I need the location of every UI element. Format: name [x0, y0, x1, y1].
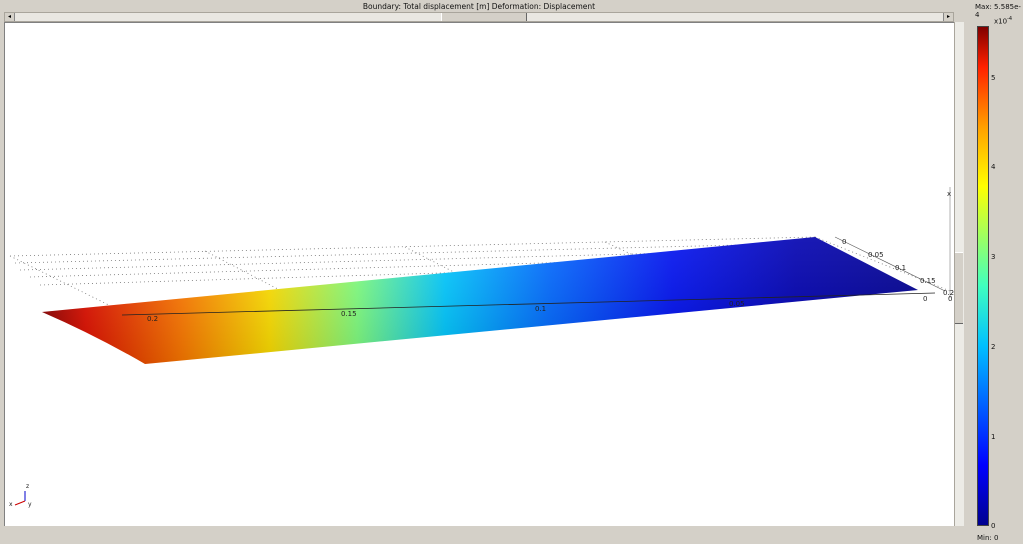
graphics-canvas[interactable]: 0.2 0.15 0.1 0.05 0 0 0.05 0.1 0.15 0.2 …	[4, 22, 955, 526]
colorbar-tick-1: 1	[991, 433, 996, 441]
x-tick-0-1: 0.1	[535, 305, 547, 313]
x-tick-0: 0	[923, 295, 928, 303]
colorbar-tick-0: 0	[991, 522, 996, 530]
colorbar-exponent-power: -4	[1007, 16, 1013, 22]
x-tick-0-2: 0.2	[147, 315, 159, 323]
vertical-scrollbar[interactable]	[954, 22, 964, 526]
vertical-scroll-thumb[interactable]	[955, 252, 963, 324]
x-marker-label: x	[947, 190, 952, 198]
color-legend-bar	[977, 26, 989, 526]
x-tick-0-15: 0.15	[341, 310, 357, 318]
colorbar-exponent: x10-4	[994, 16, 1013, 26]
triad-y-label: y	[28, 501, 32, 508]
colorbar-tick-4: 4	[991, 163, 996, 171]
colorbar-tick-5: 5	[991, 74, 996, 82]
min-value-label: Min: 0	[977, 534, 999, 542]
scroll-right-icon[interactable]: ▸	[943, 13, 953, 21]
colorbar-tick-3: 3	[991, 253, 996, 261]
x-tick-0-05: 0.05	[729, 300, 745, 308]
horizontal-scrollbar[interactable]: ◂ ▸	[4, 12, 954, 22]
y-tick-0-05: 0.05	[868, 251, 884, 259]
y-tick-0-1: 0.1	[895, 264, 907, 272]
plot-surface	[9, 187, 955, 506]
horizontal-scroll-thumb[interactable]	[441, 13, 527, 21]
scroll-left-icon[interactable]: ◂	[5, 13, 15, 21]
z-tick-0: 0	[948, 295, 953, 303]
y-tick-0: 0	[842, 238, 847, 246]
colorbar-tick-2: 2	[991, 343, 996, 351]
y-tick-0-15: 0.15	[920, 277, 936, 285]
triad-x-label: x	[9, 501, 13, 508]
axis-triad	[14, 491, 26, 506]
triad-z-label: z	[26, 483, 30, 490]
